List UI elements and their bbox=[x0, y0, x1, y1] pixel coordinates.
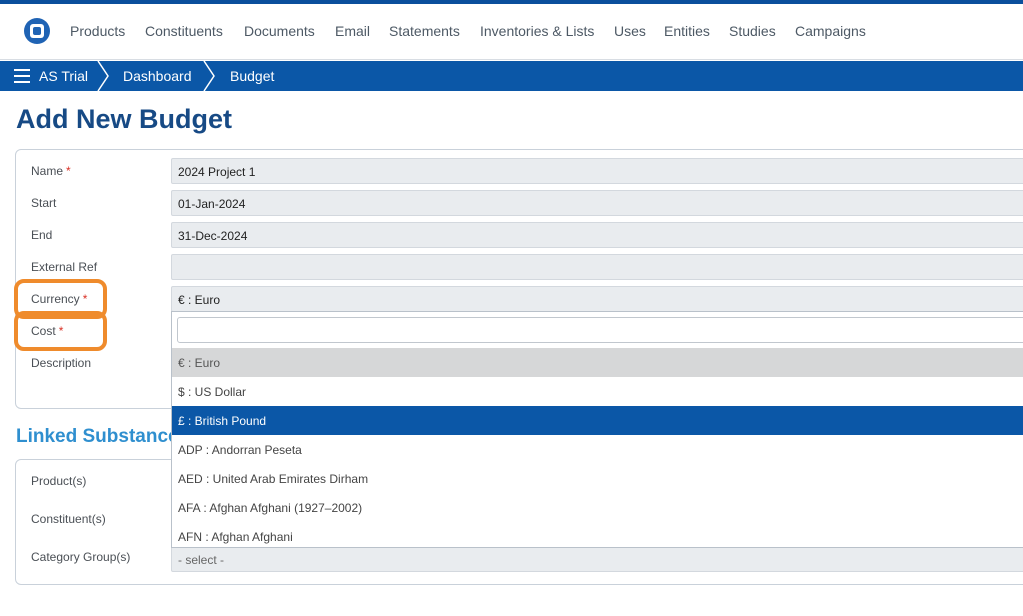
breadcrumb-chevron-icon bbox=[97, 61, 109, 91]
currency-search-input[interactable] bbox=[177, 317, 1023, 343]
description-label: Description bbox=[31, 356, 92, 370]
nav-products[interactable]: Products bbox=[70, 23, 125, 39]
nav-statements[interactable]: Statements bbox=[389, 23, 460, 39]
currency-option-euro[interactable]: € : Euro bbox=[172, 348, 1023, 377]
breadcrumb-item-as-trial[interactable]: AS Trial bbox=[39, 68, 88, 84]
nav-campaigns[interactable]: Campaigns bbox=[795, 23, 866, 39]
end-label: End bbox=[31, 228, 53, 242]
start-label: Start bbox=[31, 196, 57, 210]
required-marker: * bbox=[66, 164, 71, 178]
name-label: Name * bbox=[31, 164, 71, 178]
breadcrumb-chevron-icon bbox=[203, 61, 215, 91]
cost-highlight-box bbox=[14, 311, 107, 351]
currency-option-usd[interactable]: $ : US Dollar bbox=[172, 377, 1023, 406]
breadcrumb-item-budget: Budget bbox=[230, 68, 275, 84]
name-field[interactable]: 2024 Project 1 bbox=[171, 158, 1023, 184]
currency-option-gbp[interactable]: £ : British Pound bbox=[172, 406, 1023, 435]
currency-option-aed[interactable]: AED : United Arab Emirates Dirham bbox=[172, 464, 1023, 493]
category-groups-label: Category Group(s) bbox=[31, 550, 131, 564]
hamburger-menu-icon[interactable] bbox=[14, 69, 30, 83]
currency-option-afa[interactable]: AFA : Afghan Afghani (1927–2002) bbox=[172, 493, 1023, 522]
nav-documents[interactable]: Documents bbox=[244, 23, 315, 39]
app-logo-icon[interactable] bbox=[24, 18, 50, 44]
currency-option-adp[interactable]: ADP : Andorran Peseta bbox=[172, 435, 1023, 464]
currency-select[interactable]: € : Euro bbox=[171, 286, 1023, 312]
start-date-field[interactable]: 01-Jan-2024 bbox=[171, 190, 1023, 216]
products-label: Product(s) bbox=[31, 474, 87, 488]
nav-uses[interactable]: Uses bbox=[614, 23, 646, 39]
linked-substance-title: Linked Substance bbox=[16, 426, 179, 447]
breadcrumb-item-dashboard[interactable]: Dashboard bbox=[123, 68, 192, 84]
nav-inventories-lists[interactable]: Inventories & Lists bbox=[480, 23, 594, 39]
breadcrumb: AS Trial Dashboard Budget bbox=[0, 61, 1023, 91]
top-navigation: Products Constituents Documents Email St… bbox=[0, 4, 1023, 60]
category-groups-select[interactable]: - select - bbox=[171, 546, 1023, 572]
external-ref-field[interactable] bbox=[171, 254, 1023, 280]
end-date-field[interactable]: 31-Dec-2024 bbox=[171, 222, 1023, 248]
currency-dropdown: € : Euro $ : US Dollar £ : British Pound… bbox=[171, 311, 1023, 548]
nav-constituents[interactable]: Constituents bbox=[145, 23, 223, 39]
constituents-label: Constituent(s) bbox=[31, 512, 106, 526]
page-title: Add New Budget bbox=[16, 104, 232, 134]
currency-option-afn[interactable]: AFN : Afghan Afghani bbox=[172, 522, 1023, 547]
nav-email[interactable]: Email bbox=[335, 23, 370, 39]
nav-entities[interactable]: Entities bbox=[664, 23, 710, 39]
external-ref-label: External Ref bbox=[31, 260, 98, 274]
nav-studies[interactable]: Studies bbox=[729, 23, 776, 39]
